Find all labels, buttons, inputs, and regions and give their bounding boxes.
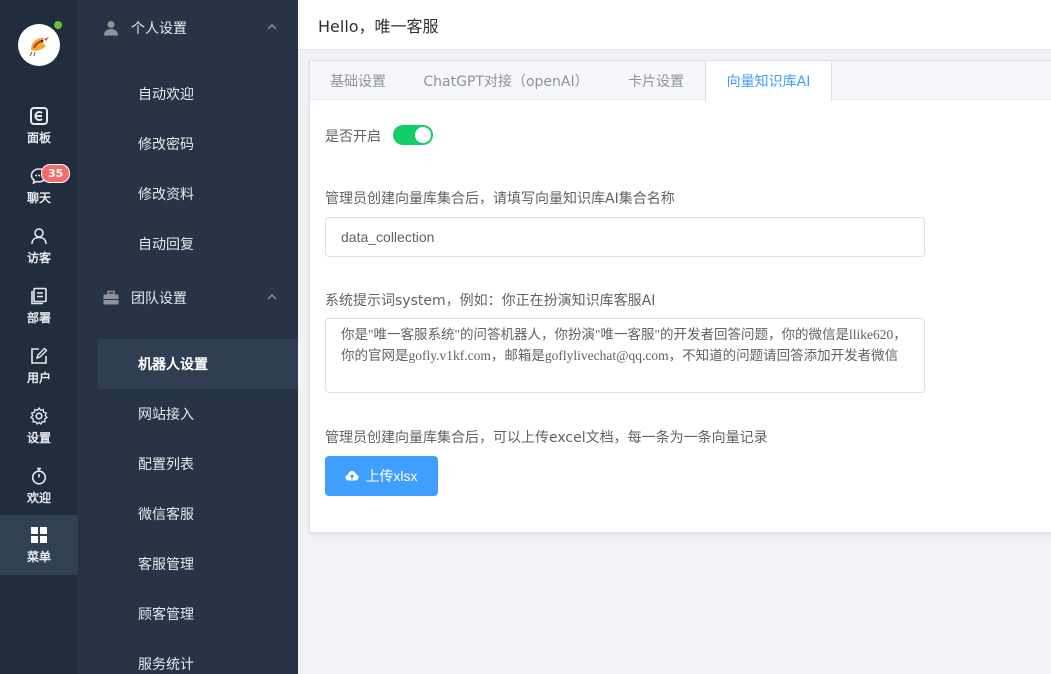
submenu-item-config-list[interactable]: 配置列表 xyxy=(98,439,298,489)
rail-item-settings[interactable]: 设置 xyxy=(0,396,78,456)
deploy-icon xyxy=(29,286,49,306)
user-icon xyxy=(102,19,120,37)
gear-icon xyxy=(29,406,49,426)
submenu-item-edit-profile[interactable]: 修改资料 xyxy=(98,169,298,219)
settings-card: 基础设置 ChatGPT对接（openAI） 卡片设置 向量知识库AI 是否开启… xyxy=(309,60,1051,533)
system-prompt-label: 系统提示词system，例如：你正在扮演知识库客服AI xyxy=(325,293,656,309)
rail-label-menu: 菜单 xyxy=(26,550,51,564)
collection-name-label: 管理员创建向量库集合后，请填写向量知识库AI集合名称 xyxy=(325,191,675,207)
user-edit-icon xyxy=(29,346,49,366)
submenu-panel: 个人设置 自动欢迎 修改密码 修改资料 自动回复 团队设置 机器人设置 网站接入… xyxy=(78,0,298,674)
cloud-upload-icon xyxy=(345,470,359,482)
submenu-item-change-password[interactable]: 修改密码 xyxy=(98,119,298,169)
rail-label-deploy: 部署 xyxy=(26,311,51,325)
group-personal-settings[interactable]: 个人设置 xyxy=(78,0,298,56)
group-team-settings[interactable]: 团队设置 xyxy=(78,270,298,326)
unread-count-badge: 35 xyxy=(41,164,71,183)
collection-name-input[interactable] xyxy=(325,217,925,257)
upload-xlsx-button[interactable]: 上传xlsx xyxy=(325,456,438,496)
rail-item-dashboard[interactable]: 面板 xyxy=(0,96,78,156)
submenu-item-service-stats[interactable]: 服务统计 xyxy=(98,639,298,674)
briefcase-icon xyxy=(102,289,120,307)
tab-basic-settings[interactable]: 基础设置 xyxy=(310,61,406,100)
chevron-up-icon xyxy=(266,21,278,33)
tab-vector-kb-ai[interactable]: 向量知识库AI xyxy=(705,61,832,101)
group-label-team: 团队设置 xyxy=(131,291,187,307)
rail-label-visitor: 访客 xyxy=(26,251,51,265)
enable-label: 是否开启 xyxy=(325,129,381,145)
upload-hint-label: 管理员创建向量库集合后，可以上传excel文档，每一条为一条向量记录 xyxy=(325,430,768,446)
rail-label-welcome: 欢迎 xyxy=(26,491,51,505)
submenu-item-auto-reply[interactable]: 自动回复 xyxy=(98,219,298,269)
submenu-item-website-access[interactable]: 网站接入 xyxy=(98,389,298,439)
group-label-personal: 个人设置 xyxy=(131,21,187,37)
rail-item-chat[interactable]: 聊天 35 xyxy=(0,156,78,216)
bird-logo-icon xyxy=(18,24,60,66)
visitor-icon xyxy=(29,226,49,246)
rail-label-users: 用户 xyxy=(26,371,51,385)
icon-rail: 面板 聊天 35 访客 部署 用户 设置 欢迎 菜单 xyxy=(0,0,78,674)
chevron-up-icon xyxy=(266,291,278,303)
submenu-item-customer-management[interactable]: 顾客管理 xyxy=(98,589,298,639)
tab-chatgpt[interactable]: ChatGPT对接（openAI） xyxy=(406,61,606,100)
system-prompt-textarea[interactable]: 你是"唯一客服系统"的问答机器人，你扮演"唯一客服"的开发者回答问题，你的微信是… xyxy=(325,318,925,393)
rail-item-users[interactable]: 用户 xyxy=(0,336,78,396)
settings-tabs: 基础设置 ChatGPT对接（openAI） 卡片设置 向量知识库AI xyxy=(310,61,1051,101)
rail-item-menu[interactable]: 菜单 xyxy=(0,515,78,575)
tab-card-settings[interactable]: 卡片设置 xyxy=(606,61,706,100)
rail-item-welcome[interactable]: 欢迎 xyxy=(0,456,78,516)
rail-label-dashboard: 面板 xyxy=(26,131,51,145)
top-header: Hello，唯一客服 xyxy=(298,0,1051,50)
upload-button-label: 上传xlsx xyxy=(365,468,418,484)
app-logo[interactable] xyxy=(18,20,63,66)
submenu-item-auto-welcome[interactable]: 自动欢迎 xyxy=(98,69,298,119)
rail-item-visitor[interactable]: 访客 xyxy=(0,216,78,276)
grid-menu-icon xyxy=(29,525,49,545)
enable-switch[interactable] xyxy=(393,125,433,145)
rail-label-chat: 聊天 xyxy=(26,191,51,205)
rail-label-settings: 设置 xyxy=(26,431,51,445)
submenu-item-agent-management[interactable]: 客服管理 xyxy=(98,539,298,589)
greeting-text: Hello，唯一客服 xyxy=(318,16,439,36)
submenu-item-wechat-service[interactable]: 微信客服 xyxy=(98,489,298,539)
rail-item-deploy[interactable]: 部署 xyxy=(0,276,78,336)
online-status-dot xyxy=(53,20,63,30)
switch-knob xyxy=(415,127,431,143)
dashboard-icon xyxy=(29,106,49,126)
submenu-item-robot-settings[interactable]: 机器人设置 xyxy=(98,339,298,389)
stopwatch-icon xyxy=(29,466,49,486)
